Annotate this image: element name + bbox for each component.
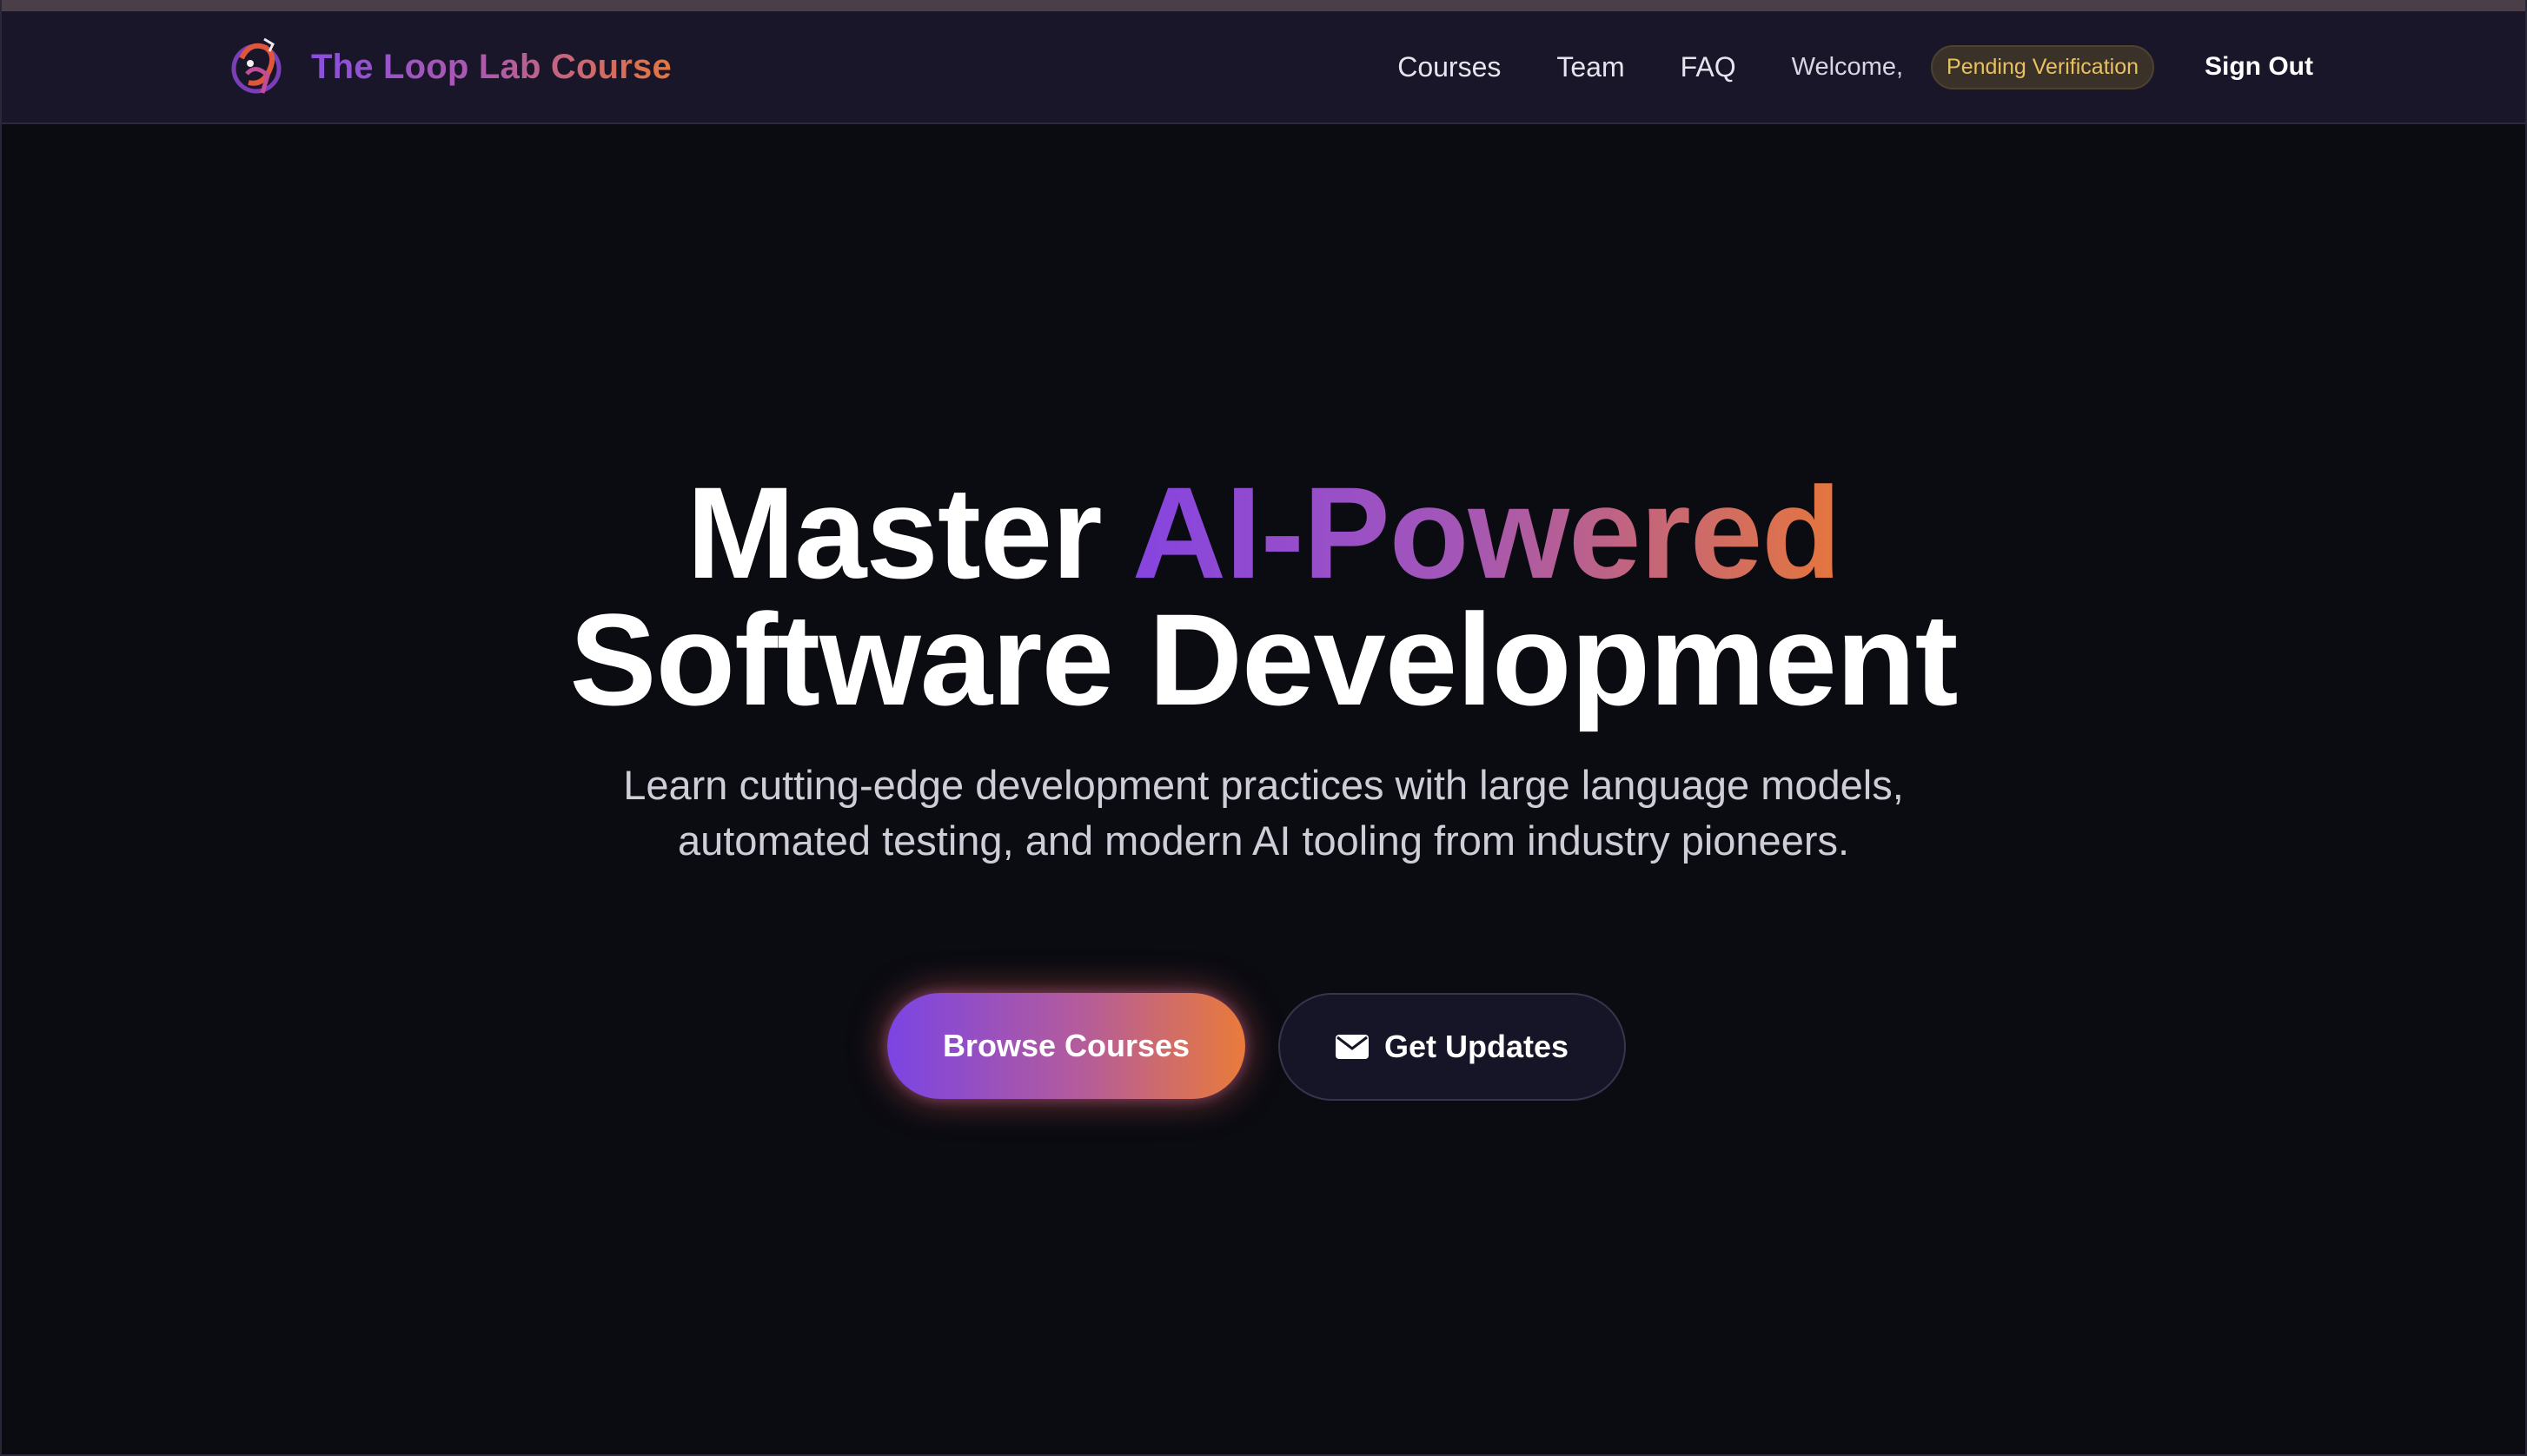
headline-highlight: AI-Powered [1131,460,1841,606]
get-updates-label: Get Updates [1383,1029,1569,1064]
hero-subtitle: Learn cutting-edge development practices… [623,762,1904,864]
cta-row: Browse Courses Get Updates [2,993,2525,1101]
headline-part1: Master [686,460,1132,606]
navbar: The Loop Lab Course Courses Team FAQ Wel… [2,11,2525,124]
headline-line2: Software Development [569,586,1958,732]
status-badge: Pending Verification [1931,44,2155,89]
hero-section: Master AI-Powered Software Development L… [2,467,2525,869]
top-strip [2,0,2525,11]
nav-menu: Courses Team FAQ Welcome, Pending Verifi… [1397,32,2313,102]
browse-courses-button[interactable]: Browse Courses [887,993,1245,1099]
sign-out-button[interactable]: Sign Out [2205,52,2313,82]
nav-link-team[interactable]: Team [1556,51,1624,83]
nav-link-faq[interactable]: FAQ [1681,51,1736,83]
envelope-icon [1335,1035,1369,1059]
loop-lab-logo-icon [231,37,282,94]
nav-link-courses[interactable]: Courses [1397,51,1501,83]
brand-name[interactable]: The Loop Lab Course [311,48,672,87]
welcome-text: Welcome, [1791,52,1904,81]
page: The Loop Lab Course Courses Team FAQ Wel… [0,0,2527,1456]
brand[interactable]: The Loop Lab Course [224,32,672,102]
get-updates-button[interactable]: Get Updates [1278,993,1626,1101]
hero-headline: Master AI-Powered Software Development [2,467,2525,725]
